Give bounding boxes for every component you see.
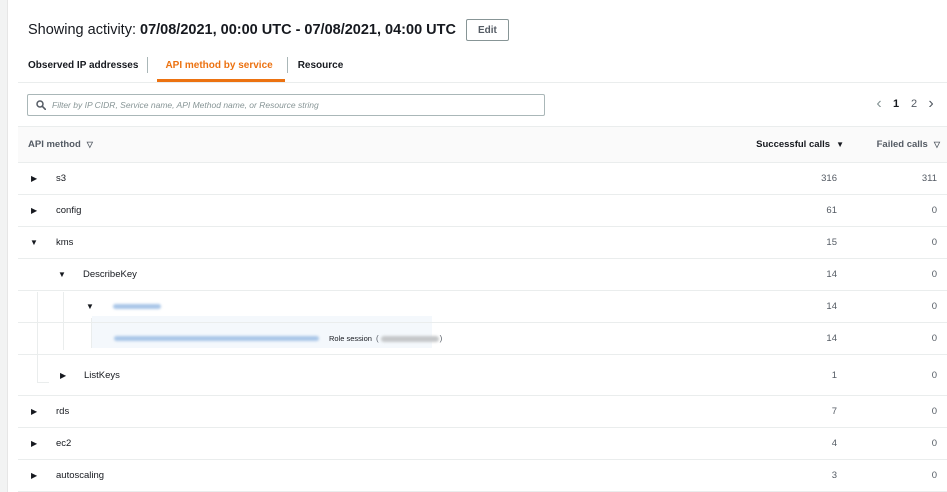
table-row[interactable]: ▶ rds 7 0 bbox=[18, 396, 947, 428]
paren-close: ) bbox=[439, 334, 443, 343]
tab-resource[interactable]: Resource bbox=[288, 48, 354, 82]
expand-caret-icon[interactable]: ▶ bbox=[31, 396, 37, 427]
column-label: Failed calls bbox=[876, 139, 928, 150]
row-label: rds bbox=[56, 406, 70, 417]
page-1-button[interactable]: 1 bbox=[887, 98, 905, 110]
expand-caret-icon[interactable]: ▶ bbox=[60, 355, 66, 395]
expand-caret-icon[interactable]: ▶ bbox=[31, 428, 37, 459]
successful-calls-value: 1 bbox=[831, 369, 837, 381]
row-label: s3 bbox=[56, 173, 67, 184]
tab-api-method-by-service[interactable]: API method by service bbox=[148, 48, 288, 82]
chevron-left-icon[interactable]: ‹ bbox=[871, 96, 887, 112]
successful-calls-value: 14 bbox=[826, 333, 837, 344]
sort-icon: ▽ bbox=[86, 140, 93, 149]
sort-icon: ▽ bbox=[933, 140, 940, 149]
column-header-failed-calls[interactable]: Failed calls ▽ bbox=[877, 127, 940, 162]
column-header-successful-calls[interactable]: Successful calls ▼ bbox=[756, 127, 844, 162]
successful-calls-value: 4 bbox=[831, 438, 837, 449]
expand-caret-icon[interactable]: ▶ bbox=[31, 460, 37, 491]
successful-calls-value: 316 bbox=[821, 173, 837, 184]
failed-calls-value: 0 bbox=[931, 301, 937, 312]
search-icon bbox=[36, 100, 46, 110]
table-row[interactable]: ▶ config 61 0 bbox=[18, 195, 947, 227]
failed-calls-value: 0 bbox=[931, 269, 937, 280]
expand-caret-icon[interactable]: ▶ bbox=[31, 163, 37, 194]
chevron-right-icon[interactable]: › bbox=[923, 96, 939, 112]
column-header-api-method[interactable]: API method ▽ bbox=[28, 127, 93, 162]
table-row[interactable]: ▶ ec2 4 0 bbox=[18, 428, 947, 460]
search-input[interactable]: Filter by IP CIDR, Service name, API Met… bbox=[27, 94, 545, 116]
failed-calls-value: 0 bbox=[931, 369, 937, 381]
failed-calls-value: 0 bbox=[931, 205, 937, 216]
api-method-table: API method ▽ Successful calls ▼ Failed c… bbox=[18, 126, 947, 492]
failed-calls-value: 0 bbox=[931, 470, 937, 481]
row-label: DescribeKey bbox=[83, 269, 137, 280]
failed-calls-value: 0 bbox=[931, 333, 937, 344]
successful-calls-value: 14 bbox=[826, 301, 837, 312]
activity-range: 07/08/2021, 00:00 UTC - 07/08/2021, 04:0… bbox=[140, 22, 456, 38]
table-header: API method ▽ Successful calls ▼ Failed c… bbox=[18, 126, 947, 163]
activity-prefix: Showing activity: bbox=[28, 22, 136, 38]
paren-open: ( bbox=[375, 334, 379, 343]
table-row[interactable]: ▼ kms 15 0 bbox=[18, 227, 947, 259]
row-label: kms bbox=[56, 237, 74, 248]
edit-button[interactable]: Edit bbox=[465, 19, 509, 41]
tab-divider bbox=[18, 82, 947, 83]
failed-calls-value: 0 bbox=[931, 438, 937, 449]
failed-calls-value: 0 bbox=[931, 406, 937, 417]
table-row[interactable]: ▼ 14 0 bbox=[18, 291, 947, 323]
collapse-caret-icon[interactable]: ▼ bbox=[58, 259, 66, 290]
tab-observed-ip-addresses[interactable]: Observed IP addresses bbox=[18, 48, 149, 82]
row-label: ListKeys bbox=[84, 369, 120, 381]
sort-desc-icon: ▼ bbox=[836, 140, 844, 149]
table-row[interactable]: ▶ autoscaling 3 0 bbox=[18, 460, 947, 492]
successful-calls-value: 14 bbox=[826, 269, 837, 280]
table-row[interactable]: ▶ ListKeys 1 0 bbox=[18, 355, 947, 396]
redacted-role-name bbox=[114, 336, 319, 341]
collapse-caret-icon[interactable]: ▼ bbox=[86, 291, 94, 322]
successful-calls-value: 61 bbox=[826, 205, 837, 216]
left-rail bbox=[0, 0, 8, 492]
table-row[interactable]: Role session ( ) 14 0 bbox=[18, 323, 947, 355]
role-session-label: Role session bbox=[329, 334, 372, 343]
search-placeholder: Filter by IP CIDR, Service name, API Met… bbox=[52, 100, 319, 110]
pagination: ‹ 1 2 › bbox=[871, 96, 939, 112]
successful-calls-value: 7 bbox=[831, 406, 837, 417]
activity-header: Showing activity: 07/08/2021, 00:00 UTC … bbox=[28, 19, 509, 41]
tab-bar: Observed IP addresses API method by serv… bbox=[18, 48, 353, 82]
collapse-caret-icon[interactable]: ▼ bbox=[30, 227, 38, 258]
expand-caret-icon[interactable]: ▶ bbox=[31, 195, 37, 226]
table-row[interactable]: ▼ DescribeKey 14 0 bbox=[18, 259, 947, 291]
failed-calls-value: 311 bbox=[921, 173, 937, 184]
successful-calls-value: 3 bbox=[831, 470, 837, 481]
column-label: Successful calls bbox=[756, 139, 831, 150]
table-row[interactable]: ▶ s3 316 311 bbox=[18, 163, 947, 195]
row-label: config bbox=[56, 205, 82, 216]
role-session-cell: Role session ( ) bbox=[114, 323, 442, 354]
row-label: autoscaling bbox=[56, 470, 105, 481]
failed-calls-value: 0 bbox=[931, 237, 937, 248]
page-2-button[interactable]: 2 bbox=[905, 98, 923, 110]
redacted-session-id bbox=[380, 335, 439, 342]
column-label: API method bbox=[28, 139, 81, 150]
successful-calls-value: 15 bbox=[826, 237, 837, 248]
row-label: ec2 bbox=[56, 438, 72, 449]
redacted-ip-address bbox=[113, 291, 161, 322]
